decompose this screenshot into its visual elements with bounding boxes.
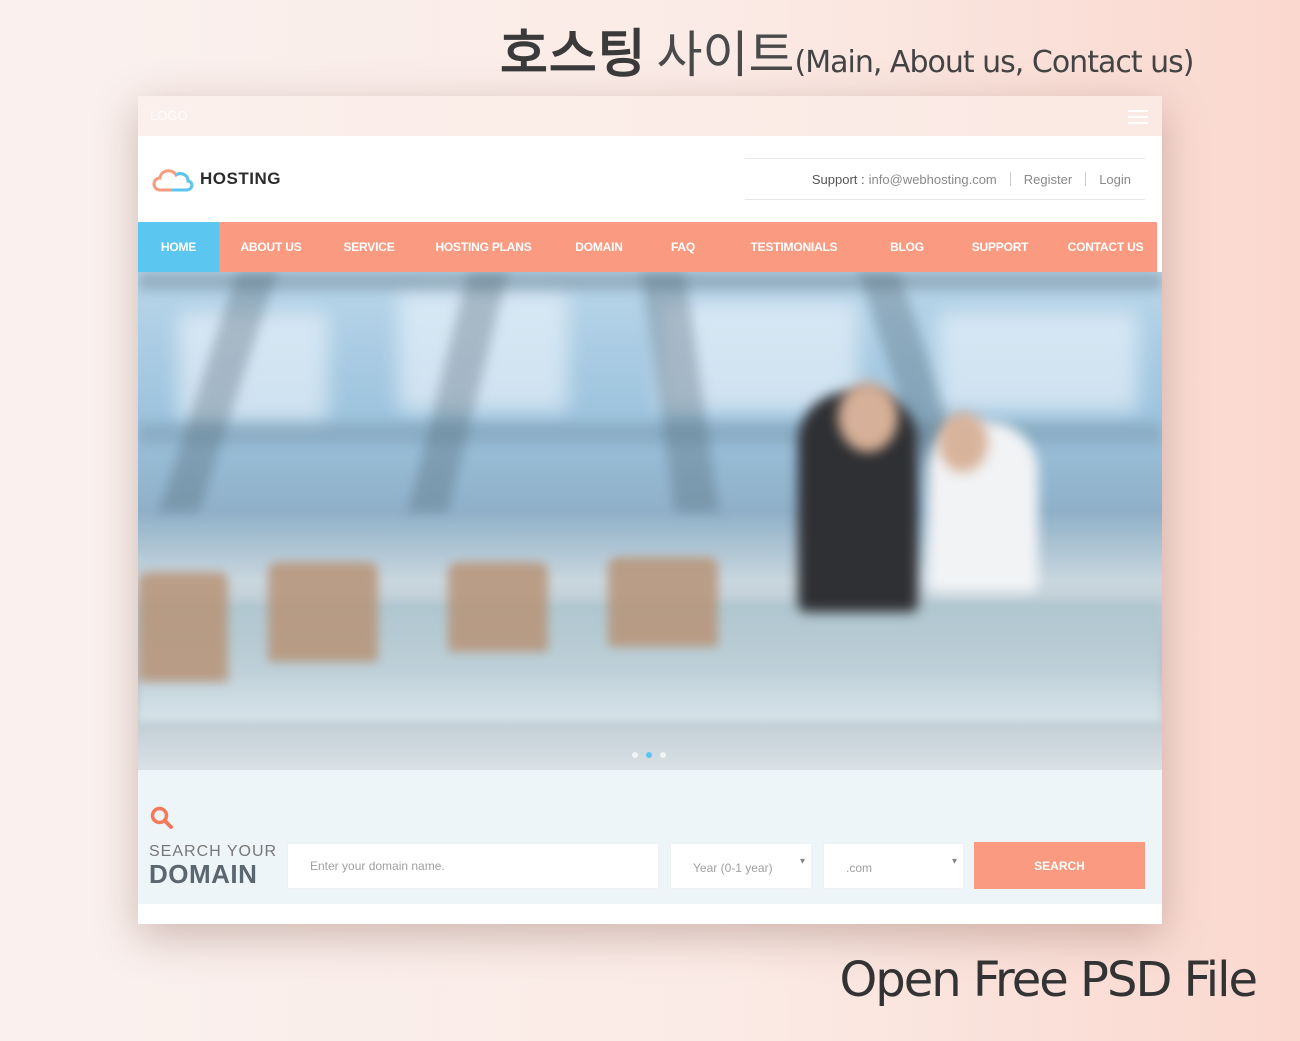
logo-text: HOSTING [200,169,281,188]
caption: Open Free PSD File [839,952,1258,1008]
support-label: Support : [811,171,865,187]
headline-sub: (Main, About us, Contact us) [794,45,1195,80]
register-link[interactable]: Register [1024,172,1072,187]
site-header: HOSTING Support : info@webhosting.com Re… [138,136,1162,222]
main-nav: HOME ABOUT US SERVICE HOSTING PLANS DOMA… [138,222,1157,272]
nav-blog[interactable]: BLOG [868,222,946,272]
nav-about-us[interactable]: ABOUT US [219,222,323,272]
slider-dot[interactable] [660,752,666,758]
cloud-icon [152,169,194,192]
hero-slider[interactable] [138,272,1162,770]
nav-support[interactable]: SUPPORT [946,222,1054,272]
nav-home[interactable]: HOME [138,222,219,272]
nav-domain[interactable]: DOMAIN [552,222,646,272]
nav-testimonials[interactable]: TESTIMONIALS [720,222,868,272]
domain-input[interactable]: Enter your domain name. [287,843,659,889]
nav-service[interactable]: SERVICE [323,222,415,272]
headline: 호스팅 사이트(Main, About us, Contact us) [500,12,1195,85]
hero-chair [268,562,378,662]
top-brand[interactable]: LOGO [150,108,188,123]
login-link[interactable]: Login [1099,172,1131,187]
search-button[interactable]: SEARCH [974,842,1145,889]
tld-select[interactable]: .com [823,843,964,889]
logo[interactable]: HOSTING [150,164,281,194]
slider-dot-active[interactable] [646,752,652,758]
nav-faq[interactable]: FAQ [646,222,720,272]
support-bar: Support : info@webhosting.com Register L… [745,158,1145,200]
domain-search-section: SEARCH YOUR DOMAIN Enter your domain nam… [138,770,1162,904]
slider-dot[interactable] [632,752,638,758]
headline-bold: 호스팅 [500,25,647,85]
hero-chair [608,557,718,647]
nav-contact-us[interactable]: CONTACT US [1054,222,1157,272]
search-icon [150,806,173,829]
menu-icon[interactable] [1128,110,1148,128]
divider [1009,172,1011,186]
hero-chair [448,562,548,652]
headline-light: 사이트 [656,26,795,84]
nav-hosting-plans[interactable]: HOSTING PLANS [415,222,552,272]
hero-chair [138,572,228,682]
year-select[interactable]: Year (0-1 year) [670,843,812,889]
divider [1085,172,1087,186]
bottom-strip [138,904,1162,924]
slider-dots[interactable] [628,752,670,758]
hero-window [938,312,1138,412]
hero-person [838,382,898,452]
support-email-link[interactable]: info@webhosting.com [869,172,997,187]
top-bar: LOGO [138,96,1162,136]
website-mockup: LOGO HOSTING Support : info@webhosting.c… [138,96,1162,924]
hero-person [938,412,988,472]
search-title-line2: DOMAIN [149,859,258,889]
